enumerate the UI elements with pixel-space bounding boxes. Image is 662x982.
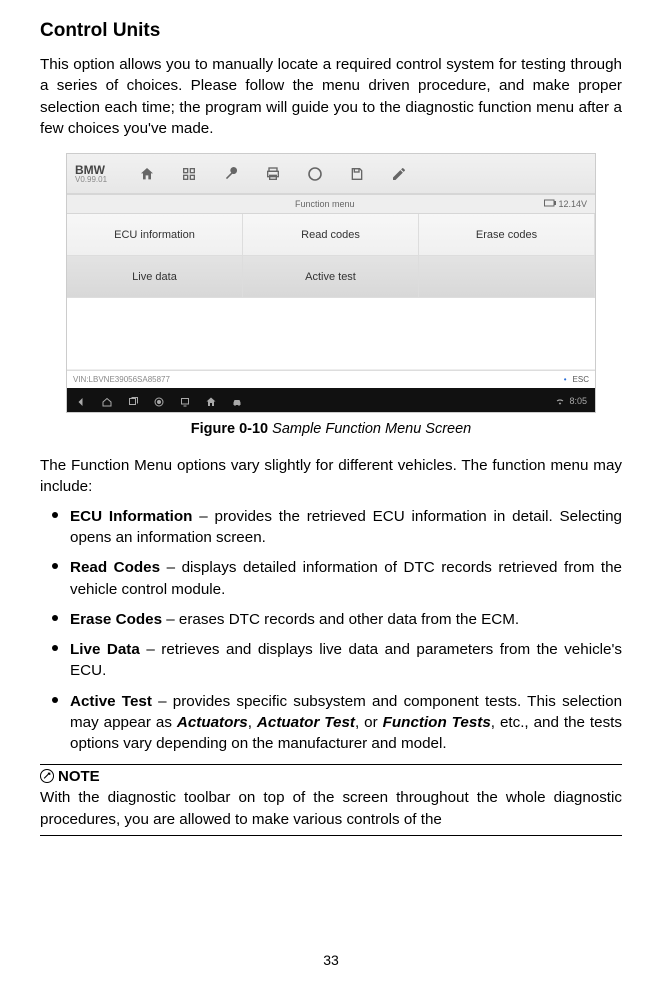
figure-caption: Figure 0-10 Sample Function Menu Screen bbox=[40, 421, 622, 437]
back-icon[interactable] bbox=[75, 395, 87, 407]
screenshot-blank-area bbox=[67, 298, 595, 370]
note-text: With the diagnostic toolbar on top of th… bbox=[40, 787, 622, 833]
function-menu-title: Function menu bbox=[105, 199, 544, 209]
navbar-time: 8:05 bbox=[555, 396, 587, 406]
save-icon[interactable] bbox=[349, 166, 365, 182]
note-label: NOTE bbox=[58, 768, 100, 785]
term: Live Data bbox=[70, 641, 140, 658]
term: Erase Codes bbox=[70, 611, 162, 628]
note-block: NOTE With the diagnostic toolbar on top … bbox=[40, 764, 622, 837]
vin-label: VIN:LBVNE39056SA85877 bbox=[73, 375, 564, 384]
car-icon[interactable] bbox=[231, 395, 243, 407]
cell-ecu-information[interactable]: ECU information bbox=[67, 214, 243, 256]
desc: erases DTC records and other data from t… bbox=[179, 611, 519, 628]
edit-icon[interactable] bbox=[391, 166, 407, 182]
cell-erase-codes[interactable]: Erase codes bbox=[419, 214, 595, 256]
page-number: 33 bbox=[0, 952, 662, 968]
battery-value: 12.14V bbox=[558, 199, 587, 209]
item-ecu-information: ECU Information – provides the retrieved… bbox=[40, 506, 622, 549]
vehicle-brand-label: BMW V0.99.01 bbox=[75, 164, 107, 184]
post-figure-paragraph: The Function Menu options vary slightly … bbox=[40, 455, 622, 498]
cell-live-data[interactable]: Live data bbox=[67, 256, 243, 298]
sep: – bbox=[162, 611, 179, 628]
sep: – bbox=[160, 559, 181, 576]
intro-paragraph: This option allows you to manually locat… bbox=[40, 54, 622, 139]
help-icon[interactable] bbox=[307, 166, 323, 182]
function-menu-bar: Function menu 12.14V bbox=[67, 194, 595, 214]
cell-empty bbox=[419, 256, 595, 298]
term: ECU Information bbox=[70, 508, 192, 525]
brand-version: V0.99.01 bbox=[75, 176, 107, 184]
sep: – bbox=[152, 693, 173, 710]
wifi-icon bbox=[555, 397, 565, 405]
term: Active Test bbox=[70, 693, 152, 710]
android-navbar: 8:05 bbox=[67, 388, 595, 413]
diag-home-icon[interactable] bbox=[205, 395, 217, 407]
battery-indicator: 12.14V bbox=[544, 199, 587, 209]
section-heading: Control Units bbox=[40, 20, 622, 42]
cell-active-test[interactable]: Active test bbox=[243, 256, 419, 298]
alt-term-2: Actuator Test bbox=[257, 714, 355, 731]
note-title-row: NOTE bbox=[40, 768, 622, 785]
recent-icon[interactable] bbox=[127, 395, 139, 407]
battery-icon bbox=[544, 199, 556, 209]
item-live-data: Live Data – retrieves and displays live … bbox=[40, 639, 622, 682]
nav-home-icon[interactable] bbox=[101, 395, 113, 407]
grid-icon[interactable] bbox=[181, 166, 197, 182]
function-grid: ECU information Read codes Erase codes L… bbox=[67, 214, 595, 298]
figure-container: BMW V0.99.01 Function menu 12.14V ECU bbox=[40, 153, 622, 413]
item-read-codes: Read Codes – displays detailed informati… bbox=[40, 557, 622, 600]
screenshot-toolbar: BMW V0.99.01 bbox=[67, 154, 595, 194]
comma2: , or bbox=[355, 714, 383, 731]
print-icon[interactable] bbox=[265, 166, 281, 182]
function-menu-screenshot: BMW V0.99.01 Function menu 12.14V ECU bbox=[66, 153, 596, 413]
sep: – bbox=[140, 641, 161, 658]
toolbar-icons bbox=[139, 166, 587, 182]
device-icon[interactable] bbox=[179, 395, 191, 407]
esc-button[interactable]: ESC bbox=[573, 375, 589, 384]
sep: – bbox=[192, 508, 214, 525]
item-erase-codes: Erase Codes – erases DTC records and oth… bbox=[40, 609, 622, 630]
browser-icon[interactable] bbox=[153, 395, 165, 407]
brand-text: BMW bbox=[75, 164, 107, 176]
definition-list: ECU Information – provides the retrieved… bbox=[40, 506, 622, 755]
status-dot-icon: • bbox=[564, 375, 567, 384]
home-icon[interactable] bbox=[139, 166, 155, 182]
term: Read Codes bbox=[70, 559, 160, 576]
note-icon bbox=[40, 769, 54, 783]
alt-term-1: Actuators bbox=[177, 714, 248, 731]
status-bar: VIN:LBVNE39056SA85877 • ESC bbox=[67, 370, 595, 388]
alt-term-3: Function Tests bbox=[383, 714, 491, 731]
clock-text: 8:05 bbox=[569, 396, 587, 406]
comma1: , bbox=[248, 714, 257, 731]
figure-number: Figure 0-10 bbox=[191, 421, 272, 437]
cell-read-codes[interactable]: Read codes bbox=[243, 214, 419, 256]
figure-desc: Sample Function Menu Screen bbox=[272, 421, 471, 437]
wrench-icon[interactable] bbox=[223, 166, 239, 182]
item-active-test: Active Test – provides specific subsyste… bbox=[40, 691, 622, 755]
